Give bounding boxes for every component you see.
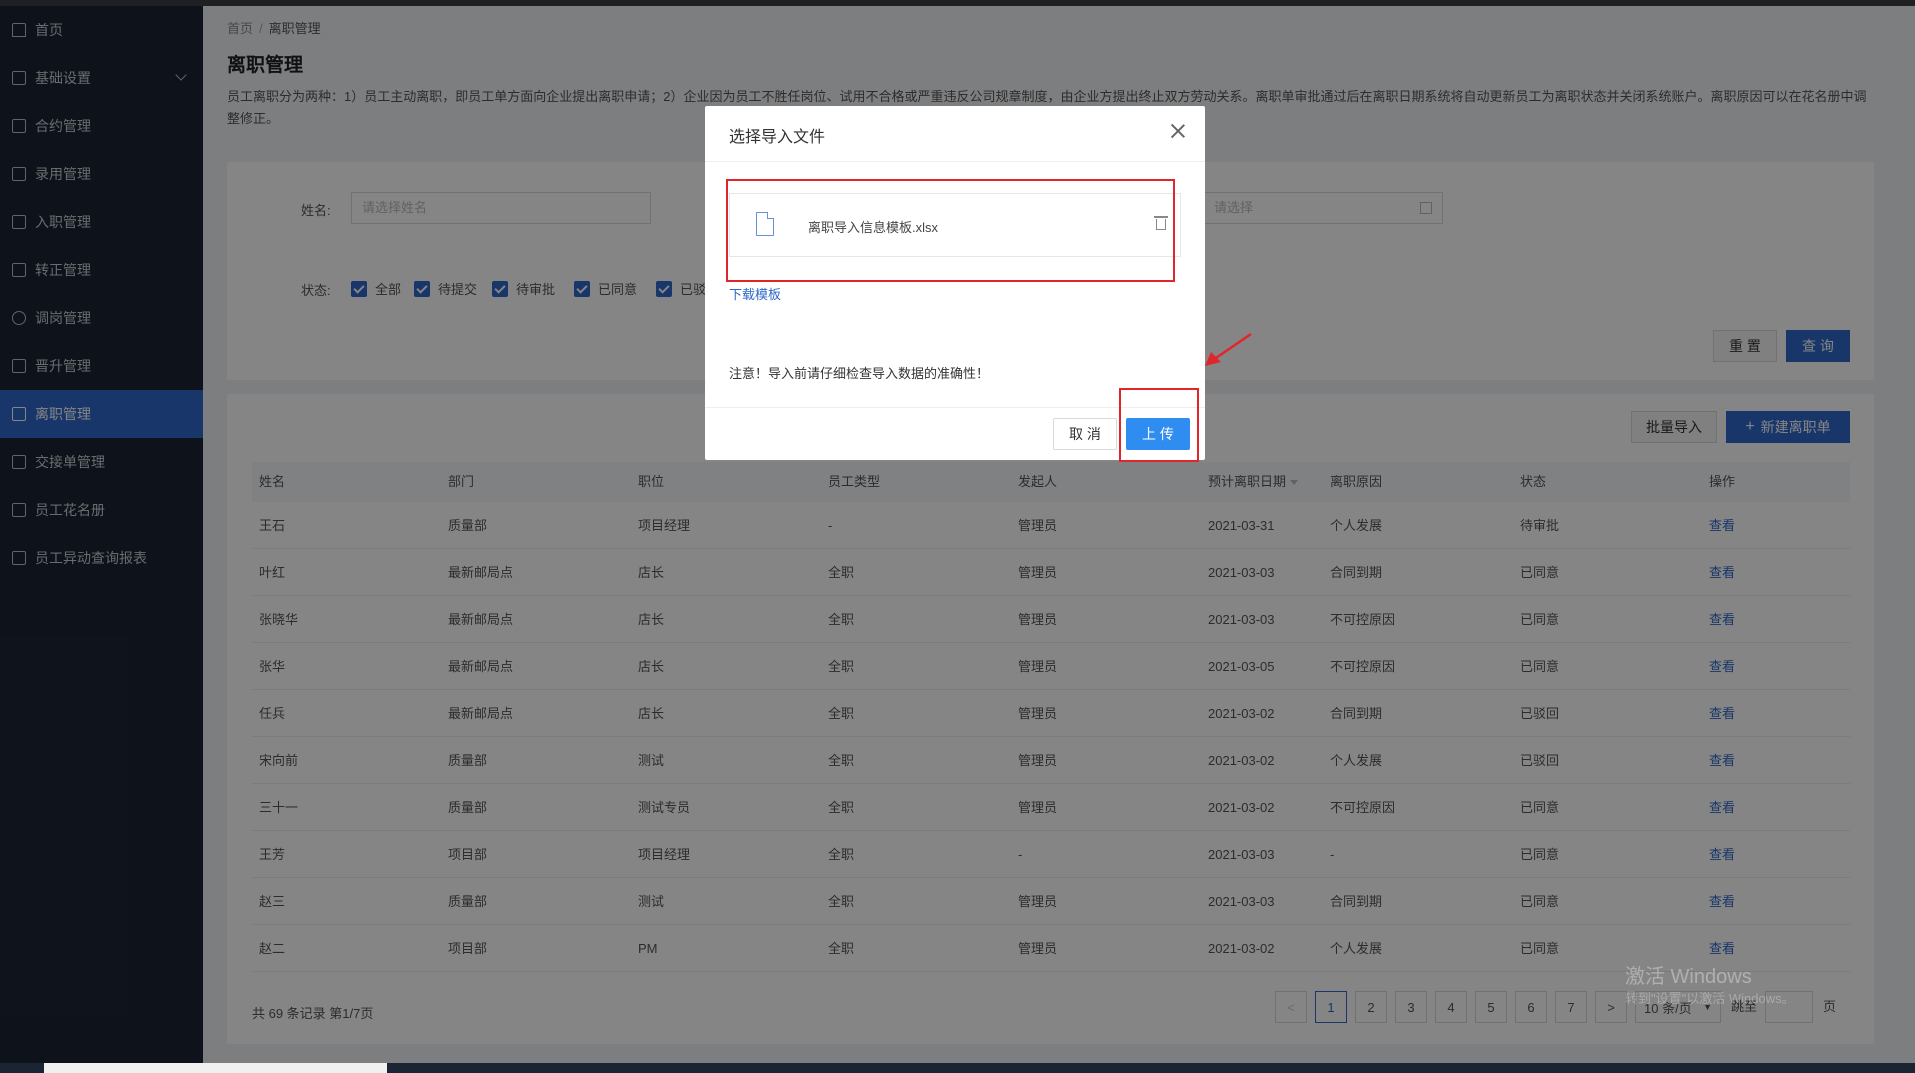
dialog-title: 选择导入文件	[729, 129, 826, 146]
windows-watermark-sub: 转到"设置"以激活 Windows。	[1625, 991, 1795, 1006]
import-notice: 注意！导入前请仔细检查导入数据的准确性！	[729, 366, 990, 381]
close-icon[interactable]	[1169, 122, 1187, 140]
download-template-link[interactable]: 下载模板	[729, 284, 781, 303]
taskbar-search[interactable]	[44, 1063, 387, 1073]
annotation-box-file	[726, 179, 1175, 282]
annotation-box-upload	[1119, 388, 1199, 462]
taskbar	[0, 1063, 1915, 1073]
divider	[705, 161, 1205, 162]
cancel-button[interactable]: 取 消	[1053, 418, 1117, 450]
annotation-arrow-icon	[1205, 332, 1252, 366]
windows-watermark: 激活 Windows	[1625, 966, 1752, 988]
